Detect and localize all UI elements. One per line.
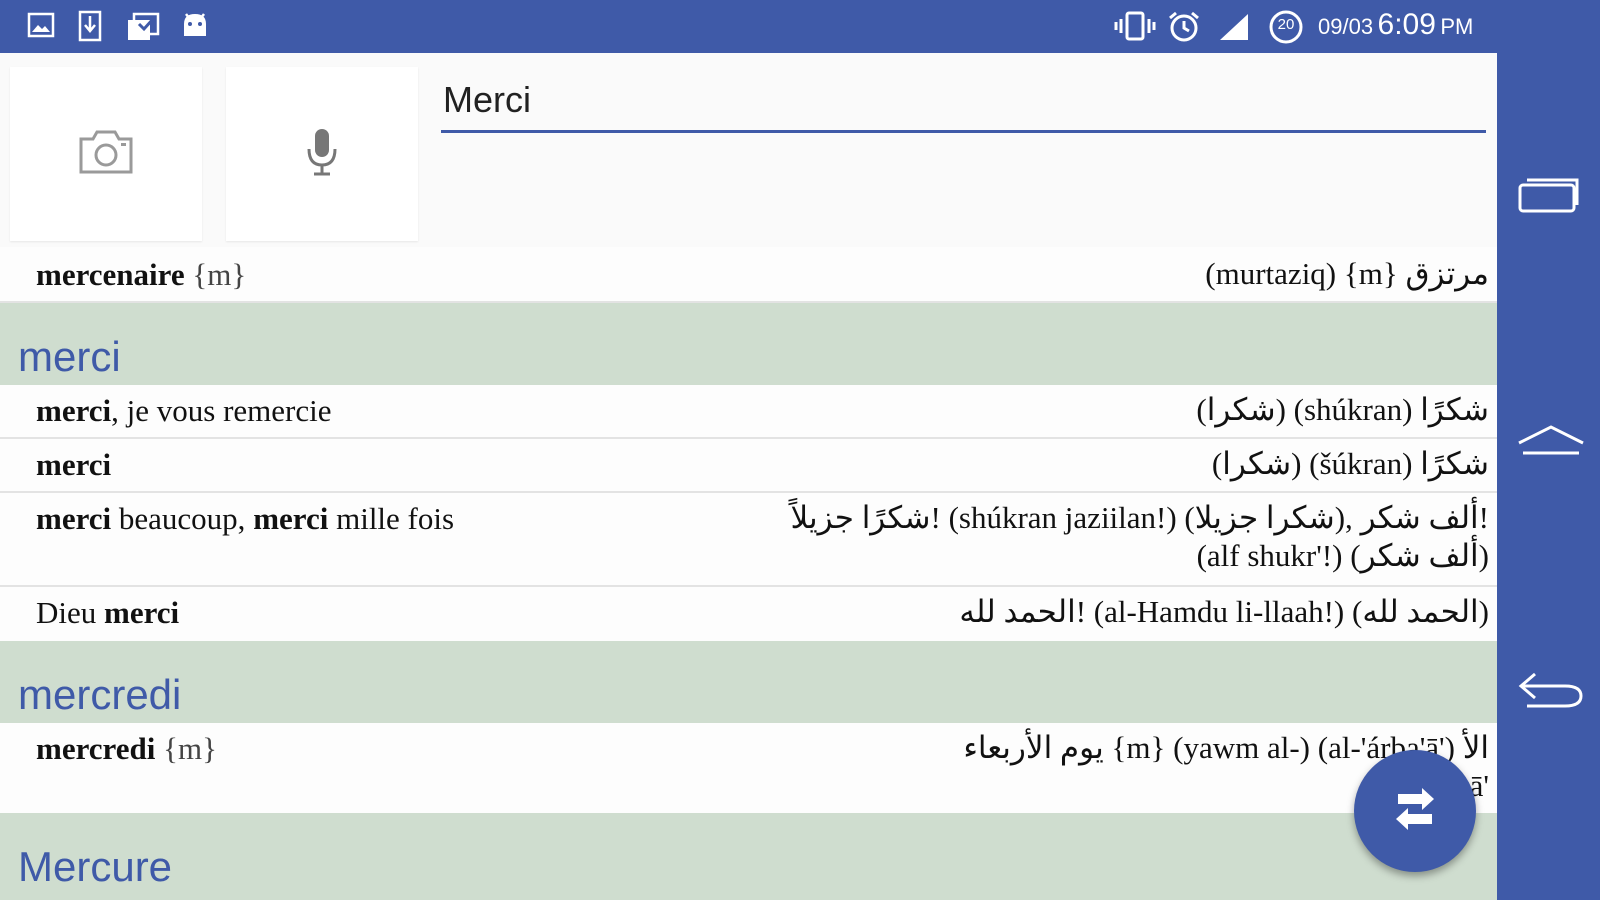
section-title: merci [18,333,121,380]
status-ampm: PM [1440,14,1474,39]
entry-translation-line-1: شكرًا جزيلاً! (shúkran jaziilan!) (شكرا … [790,500,1489,535]
vibrate-icon [1114,11,1156,46]
entry-rest: mille fois [328,501,455,536]
status-bar: 20 09/03 6:09 PM [0,0,1600,53]
entry-mid: beaucoup, [111,501,254,536]
entry-source: mercredi {m} [36,731,217,767]
entry-term: mercenaire [36,257,185,292]
entry-translation: (شكرا) (shúkran) شكرًا [1196,392,1489,427]
section-header-mercredi: mercredi [0,641,1497,723]
entry-term: merci [36,501,112,536]
microphone-button[interactable] [226,67,418,241]
list-item[interactable]: merci, je vous remercie (شكرا) (shúkran)… [0,385,1497,439]
entry-gender: {m} [163,731,217,766]
swap-languages-button[interactable] [1354,750,1476,872]
home-button[interactable] [1517,423,1584,473]
recent-apps-button[interactable] [1517,175,1581,225]
entry-source: merci [36,447,111,483]
back-icon [1517,672,1585,718]
recent-apps-icon [1517,178,1581,219]
camera-icon [77,129,135,180]
section-title: mercredi [18,671,182,718]
status-date: 09/03 [1318,14,1374,39]
entry-source: merci beaucoup, merci mille fois [36,501,454,537]
entry-source: Dieu merci [36,595,179,631]
status-clock: 09/03 6:09 PM [1318,8,1473,42]
entry-translation: (murtaziq) {m} مرتزق [1205,256,1489,291]
list-item[interactable]: merci (شكرا) (šúkran) شكرًا [0,439,1497,493]
list-item[interactable]: mercenaire {m} (murtaziq) {m} مرتزق [0,247,1497,303]
back-button[interactable] [1517,670,1583,720]
list-item[interactable]: merci beaucoup, merci mille fois شكرًا ج… [0,493,1497,587]
results-list: mercenaire {m} (murtaziq) {m} مرتزق merc… [0,247,1497,900]
entry-translation: الحمد لله! (al-Hamdu li-llaah!) (الحمد ل… [959,594,1489,629]
dictionary-main: mercenaire {m} (murtaziq) {m} مرتزق merc… [0,53,1497,900]
alarm-icon [1167,10,1201,49]
entry-term: merci [104,595,180,630]
entry-term-2: merci [253,501,329,536]
signal-icon [1218,12,1250,47]
entry-term: merci [36,447,112,482]
image-icon [26,10,56,45]
notification-badge: 20 [1277,16,1295,33]
notification-count-icon: 20 [1268,9,1304,50]
section-title: Mercure [18,843,173,890]
android-icon [180,10,210,45]
swap-languages-icon [1390,786,1440,837]
entry-source: mercenaire {m} [36,257,246,293]
section-header-merci: merci [0,303,1497,385]
download-icon [76,10,106,47]
entry-prefix: Dieu [36,595,105,630]
entry-term: merci [36,393,112,428]
search-input[interactable] [441,73,1486,133]
entry-rest: , je vous remercie [111,393,332,428]
system-navigation-bar [1497,53,1600,900]
entry-translation: شكرًا جزيلاً! (shúkran jaziilan!) (شكرا … [791,499,1489,575]
section-header-mercure: Mercure [0,813,1497,900]
list-item[interactable]: mercredi {m} يوم الأربعاء {m} (yawm al-)… [0,723,1497,813]
entry-source: merci, je vous remercie [36,393,332,429]
entry-gender: {m} [192,257,247,292]
camera-button[interactable] [10,67,202,241]
entry-translation: (شكرا) (šúkran) شكرًا [1211,446,1489,481]
entry-term: mercredi [36,731,156,766]
microphone-icon [305,127,339,182]
home-icon [1517,425,1585,467]
search-area [0,53,1497,247]
list-item[interactable]: Dieu merci الحمد لله! (al-Hamdu li-llaah… [0,587,1497,641]
clipboard-check-icon [126,10,160,47]
status-time: 6:09 [1377,8,1436,41]
entry-translation-line-2: (alf shukr'!) (ألف شكر) [1196,538,1489,573]
